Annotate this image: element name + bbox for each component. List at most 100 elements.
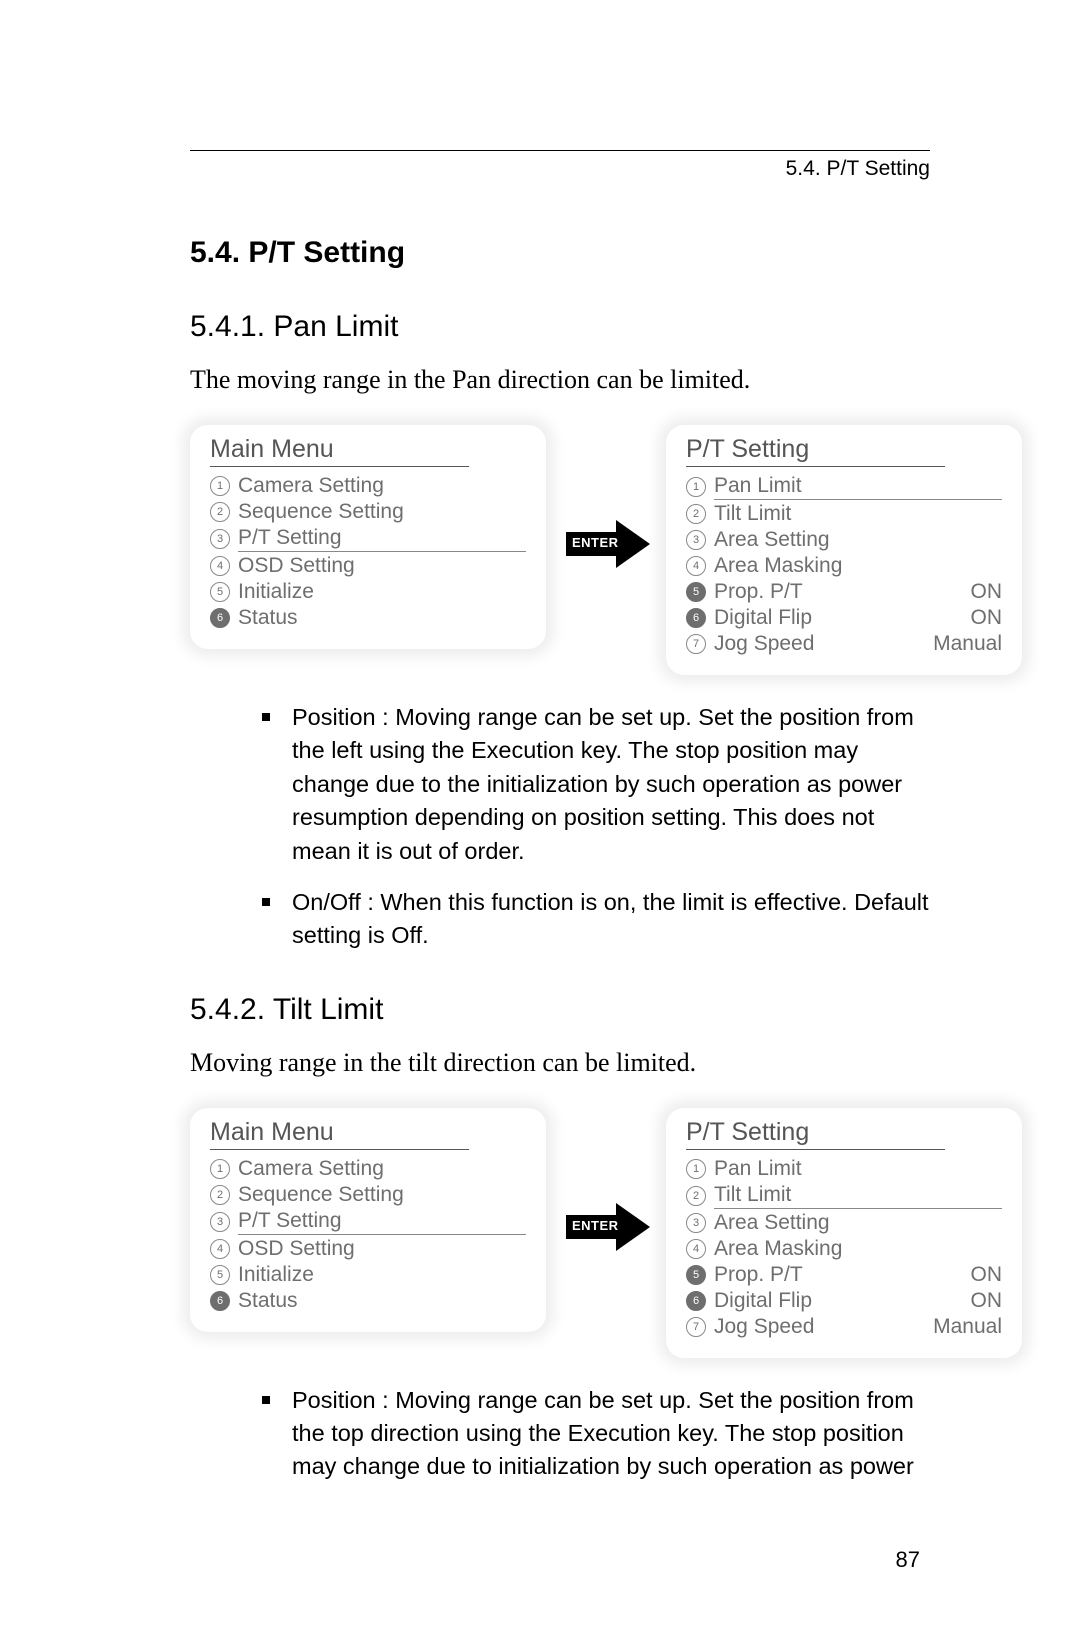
menu-item-label: Sequence Setting [238,1183,526,1207]
menu-item-number-icon: 4 [686,1239,706,1259]
menu-item-number-icon: 2 [210,1185,230,1205]
menu-item: 1 Pan Limit [686,1156,1002,1182]
menu-item-value: Manual [923,632,1002,656]
menu-item-label: Jog Speed [714,1315,923,1339]
menu-item-value: ON [961,606,1003,630]
main-menu-box: Main Menu 1 Camera Setting 2 Sequence Setti… [190,1108,546,1332]
menu-item: 2 Tilt Limit [686,1182,1002,1210]
menu-item-label: Digital Flip [714,606,961,630]
menu-item: 4 OSD Setting [210,1236,526,1262]
menu-item-label: Camera Setting [238,474,526,498]
menu-item-label: P/T Setting [238,1209,526,1235]
menu-item: 1Pan Limit [686,473,1002,501]
main-menu-items: 1 Camera Setting 2 Sequence Setting 3 P/T Set… [210,1156,526,1314]
menu-item-label: Initialize [238,1263,526,1287]
page: 5.4. P/T Setting 5.4. P/T Setting 5.4.1.… [0,0,1080,1643]
subsection-2-intro: Moving range in the tilt direction can b… [190,1045,930,1080]
menu-item: 4 Area Masking [686,553,1002,579]
main-menu-items: 1 Camera Setting 2 Sequence Setting 3 P/T Set… [210,473,526,631]
menu-item: 3 Area Setting [686,527,1002,553]
menu-item: 4 Area Masking [686,1236,1002,1262]
menu-item: 5 Prop. P/TON [686,579,1002,605]
menu-item-number-icon: 1 [686,1159,706,1179]
menu-item-label: Status [238,1289,526,1313]
menu-item-number-icon: 6 [686,1291,706,1311]
menu-item-number-icon: 6 [210,1291,230,1311]
menu-item: 5 Initialize [210,1262,526,1288]
menu-item: 6Digital FlipON [686,605,1002,631]
page-number: 87 [896,1547,920,1573]
pt-setting-title: P/T Setting [686,435,945,467]
menu-row-2: Main Menu 1 Camera Setting 2 Sequence Setti… [190,1108,930,1358]
menu-item: 6Status [210,605,526,631]
menu-item-number-icon: 4 [686,556,706,576]
menu-item-label: Camera Setting [238,1157,526,1181]
menu-item-label: OSD Setting [238,1237,526,1261]
menu-item-label: OSD Setting [238,554,526,578]
menu-item: 3 P/T Setting [210,525,526,553]
menu-item: 4 OSD Setting [210,553,526,579]
menu-item: 1 Camera Setting [210,1156,526,1182]
menu-item-label: Status [238,606,526,630]
menu-item: 6 Status [210,1288,526,1314]
menu-item: 1 Camera Setting [210,473,526,499]
menu-item: 3 P/T Setting [210,1208,526,1236]
menu-item-number-icon: 5 [210,582,230,602]
menu-item-value: Manual [923,1315,1002,1339]
menu-item-label: Area Setting [714,528,1002,552]
menu-item-number-icon: 4 [210,556,230,576]
menu-row-1: Main Menu 1 Camera Setting 2 Sequence Setti… [190,425,930,675]
menu-item: 2Tilt Limit [686,501,1002,527]
menu-item-number-icon: 1 [210,1159,230,1179]
menu-item-label: Prop. P/T [714,1263,961,1287]
pt-setting-box: P/T Setting 1Pan Limit2Tilt Limit 3 Area S… [666,425,1022,675]
menu-item: 5Prop. P/TON [686,1262,1002,1288]
menu-item-label: Pan Limit [714,1157,1002,1181]
menu-item: 7 Jog SpeedManual [686,631,1002,657]
menu-item-label: Jog Speed [714,632,923,656]
menu-item-number-icon: 2 [210,502,230,522]
main-menu-title: Main Menu [210,435,469,467]
bullets-1: Position : Moving range can be set up. S… [190,701,930,953]
menu-item: 5 Initialize [210,579,526,605]
bullet-item: On/Off : When this function is on, the l… [262,886,930,953]
menu-item-label: Prop. P/T [714,580,961,604]
menu-item-value: ON [961,580,1003,604]
header-rule [190,150,930,151]
menu-item-number-icon: 3 [210,529,230,549]
menu-item: 6 Digital FlipON [686,1288,1002,1314]
menu-item-number-icon: 1 [210,476,230,496]
menu-item-number-icon: 5 [210,1265,230,1285]
subsection-1-heading: 5.4.1. Pan Limit [190,310,930,344]
pt-setting-items: 1 Pan Limit 2 Tilt Limit3Area Setting 4 Area … [686,1156,1002,1340]
bullet-item: Position : Moving range can be set up. S… [262,701,930,868]
menu-item-label: Area Masking [714,554,1002,578]
subsection-1-intro: The moving range in the Pan direction ca… [190,362,930,397]
bullet-item: Position : Moving range can be set up. S… [262,1384,930,1484]
menu-item-value: ON [961,1289,1003,1313]
menu-item-number-icon: 3 [686,1213,706,1233]
menu-item-number-icon: 5 [686,582,706,602]
menu-item-number-icon: 3 [686,530,706,550]
section-title: 5.4. P/T Setting [190,236,930,270]
menu-item-number-icon: 2 [686,1186,706,1206]
main-menu-box: Main Menu 1 Camera Setting 2 Sequence Setti… [190,425,546,649]
menu-item: 2 Sequence Setting [210,1182,526,1208]
menu-item-label: P/T Setting [238,526,526,552]
menu-item-number-icon: 3 [210,1212,230,1232]
menu-item-number-icon: 4 [210,1239,230,1259]
menu-item-number-icon: 7 [686,634,706,654]
menu-item-label: Digital Flip [714,1289,961,1313]
running-head: 5.4. P/T Setting [190,157,930,181]
menu-item-number-icon: 7 [686,1317,706,1337]
menu-item-label: Area Masking [714,1237,1002,1261]
main-menu-title: Main Menu [210,1118,469,1150]
pt-setting-box: P/T Setting 1Pan Limit2Tilt Limit3Area S… [666,1108,1022,1358]
menu-item: 3Area Setting [686,1210,1002,1236]
menu-item-label: Sequence Setting [238,500,526,524]
menu-item-number-icon: 5 [686,1265,706,1285]
menu-item-number-icon: 1 [686,477,706,497]
menu-item-number-icon: 2 [686,504,706,524]
menu-item-label: Initialize [238,580,526,604]
menu-item-label: Tilt Limit [714,1183,1002,1209]
